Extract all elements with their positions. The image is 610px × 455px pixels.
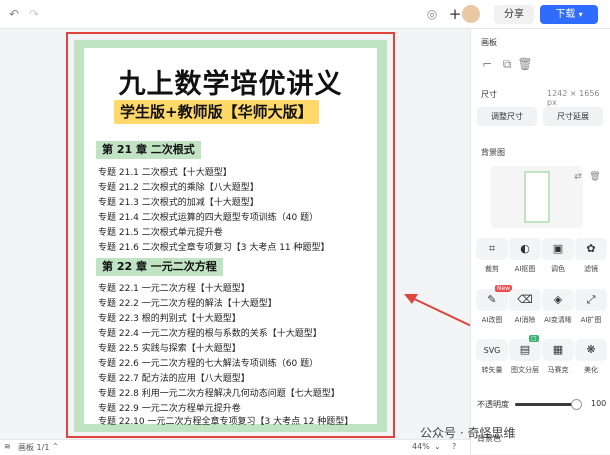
free-badge: ▢ <box>529 335 539 342</box>
copy-icon[interactable]: ⧉ <box>499 56 515 72</box>
thumbnail-image <box>524 171 550 223</box>
beautify-button[interactable]: ❋ <box>575 339 607 361</box>
ai-edit-icon: ✎ <box>487 293 497 306</box>
ai-expand-icon: ⤢ <box>586 293 596 306</box>
size-value: 1242 × 1656 px <box>547 89 600 107</box>
tool-label: 转矢量 <box>481 366 503 374</box>
adjust-size-button[interactable]: 调整尺寸 <box>477 107 537 126</box>
opacity-slider-handle[interactable] <box>571 399 582 410</box>
background-label: 背景图 <box>481 148 505 157</box>
ai-erase-icon: ⌫ <box>517 293 533 306</box>
section-title-canvas: 画板 <box>481 38 497 47</box>
ai-erase-button[interactable]: ⌫ <box>509 289 541 311</box>
tool-label: AI抠图 <box>514 265 536 273</box>
color-adjust-button[interactable]: ▣ <box>542 238 574 260</box>
tool-label: 美化 <box>584 366 598 374</box>
zoom-level[interactable]: 44% <box>412 442 430 451</box>
delete-icon[interactable]: 🗑 <box>517 56 533 72</box>
replace-icon[interactable]: ⇄ <box>570 169 586 185</box>
layers-icon[interactable]: ≋ <box>4 442 11 451</box>
page-indicator[interactable]: 画板 1/1 <box>18 442 49 453</box>
vector-icon: SVG <box>483 346 501 355</box>
tool-label: AI消除 <box>514 316 536 324</box>
opacity-value[interactable]: 100 <box>591 399 606 408</box>
opacity-label: 不透明度 <box>477 400 509 409</box>
mosaic-icon: ▦ <box>552 343 564 356</box>
ai-sharpen-button[interactable]: ◈ <box>542 289 574 311</box>
ai-expand-button[interactable]: ⤢ <box>575 289 607 311</box>
filter-button[interactable]: ✿ <box>575 238 607 260</box>
vectorize-button[interactable]: SVG <box>476 339 508 361</box>
tool-label: 图文分层 <box>511 366 539 374</box>
filter-icon: ✿ <box>586 242 596 255</box>
help-icon[interactable]: ? <box>452 442 456 451</box>
color-adjust-icon: ▣ <box>552 242 564 255</box>
delete-icon[interactable]: 🗑 <box>587 169 603 185</box>
opacity-slider-track[interactable] <box>515 403 575 406</box>
extend-size-button[interactable]: 尺寸延展 <box>543 107 603 126</box>
bottom-bar: ≋ 画板 1/1 ⌃ 44% ⌄ ? <box>0 439 470 455</box>
format-painter-icon[interactable]: ⌐ <box>479 56 495 72</box>
watermark: 公众号 · 奇怪思维 <box>420 426 516 440</box>
crop-button[interactable]: ⌗ <box>476 238 508 260</box>
chevron-up-icon[interactable]: ⌃ <box>52 442 59 451</box>
ai-edit-button[interactable]: ✎ <box>476 289 508 311</box>
size-label: 尺寸 <box>481 90 497 99</box>
layer-split-button[interactable]: ▤ <box>509 339 541 361</box>
tool-label: 滤镜 <box>584 265 598 273</box>
layer-split-icon: ▤ <box>519 343 531 356</box>
mosaic-button[interactable]: ▦ <box>542 339 574 361</box>
chevron-down-icon[interactable]: ⌄ <box>434 442 441 451</box>
properties-panel: 画板 ⌐ ⧉ 🗑 尺寸 1242 × 1656 px 调整尺寸 尺寸延展 背景图… <box>470 29 610 454</box>
ai-sharpen-icon: ◈ <box>553 293 563 306</box>
tool-label: AI变清晰 <box>544 316 572 324</box>
tool-label: AI扩图 <box>580 316 602 324</box>
ai-cutout-button[interactable]: ◐ <box>509 238 541 260</box>
cutout-icon: ◐ <box>520 242 530 255</box>
crop-icon: ⌗ <box>488 242 496 255</box>
tool-label: 马赛克 <box>547 366 569 374</box>
tool-label: AI改图 <box>481 316 503 324</box>
beautify-icon: ❋ <box>586 343 596 356</box>
tool-label: 裁剪 <box>485 265 499 273</box>
tool-label: 调色 <box>551 265 565 273</box>
